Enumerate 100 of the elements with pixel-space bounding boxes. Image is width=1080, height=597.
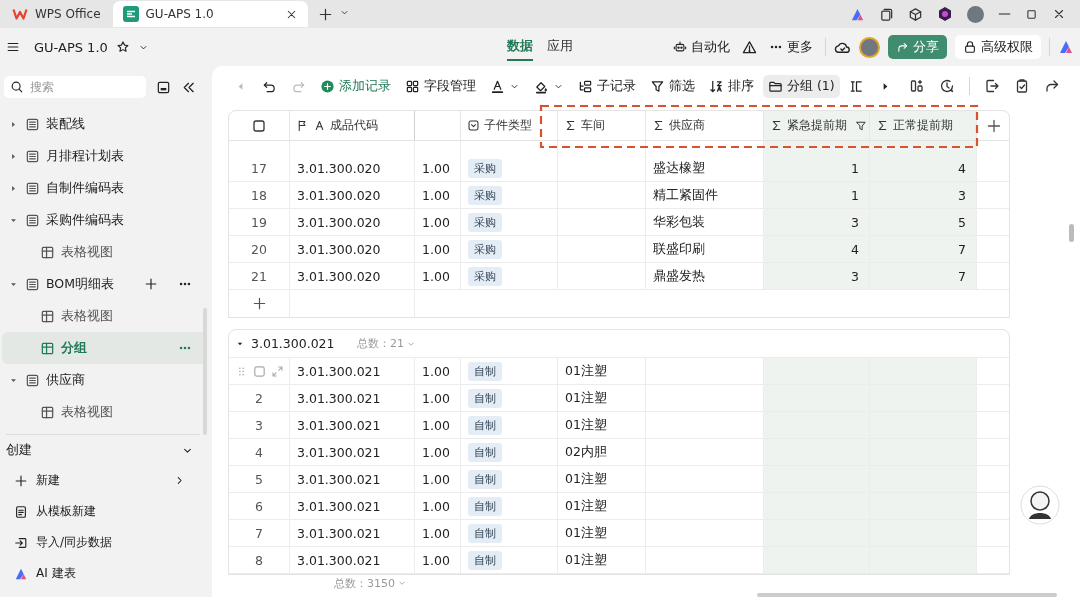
table-cell: 1.00 bbox=[415, 358, 461, 384]
table-cell: 3.01.300.020 bbox=[290, 263, 415, 289]
sort-button[interactable]: 排序 bbox=[704, 74, 759, 98]
search-field[interactable]: 搜索 bbox=[4, 76, 146, 98]
row-number: 7 bbox=[229, 520, 290, 546]
fields-button[interactable]: 字段管理 bbox=[400, 74, 481, 98]
table-cell: 3.01.300.021 bbox=[290, 439, 415, 465]
table-cell: 01注塑 bbox=[558, 385, 646, 411]
table-cell: 3.01.300.020 bbox=[290, 236, 415, 262]
row-number: 2 bbox=[229, 385, 290, 411]
table-cell: 7 bbox=[870, 263, 977, 289]
table-cell: 01注塑 bbox=[558, 520, 646, 546]
type-tag: 自制 bbox=[468, 523, 502, 543]
table-cell: 1 bbox=[764, 182, 870, 208]
type-tag: 采购 bbox=[468, 266, 502, 286]
table-cell: 1.00 bbox=[415, 466, 461, 492]
table-cell: 1.00 bbox=[415, 155, 461, 181]
table-cell: 01注塑 bbox=[558, 358, 646, 384]
create-item[interactable]: 从模板新建 bbox=[6, 496, 200, 527]
table-cell: 3.01.300.020 bbox=[290, 155, 415, 181]
table-cell: 1.00 bbox=[415, 493, 461, 519]
row-number: 18 bbox=[229, 182, 290, 208]
table-cell: 3.01.300.021 bbox=[290, 466, 415, 492]
sidebar-item[interactable]: 分组 bbox=[2, 332, 206, 364]
sidebar-item[interactable]: BOM明细表 bbox=[2, 268, 206, 300]
table-cell: 01注塑 bbox=[558, 493, 646, 519]
type-tag: 自制 bbox=[468, 361, 502, 381]
table-cell: 01注塑 bbox=[558, 412, 646, 438]
row-number: 21 bbox=[229, 263, 290, 289]
column-header[interactable]: 正常提前期 bbox=[893, 117, 953, 134]
table-cell: 1.00 bbox=[415, 412, 461, 438]
column-header[interactable]: 紧急提前期 bbox=[787, 117, 847, 134]
document-title: GU-APS 1.0 bbox=[34, 39, 108, 55]
table-cell: 1.00 bbox=[415, 263, 461, 289]
type-tag: 自制 bbox=[468, 442, 502, 462]
row-number: 4 bbox=[229, 439, 290, 465]
share-button[interactable]: 分享 bbox=[888, 35, 947, 59]
permissions-button[interactable]: 高级权限 bbox=[955, 35, 1041, 59]
sidebar-item[interactable]: 采购件编码表 bbox=[2, 204, 206, 236]
table-cell: 3.01.300.021 bbox=[290, 547, 415, 573]
browser-tab[interactable]: GU-APS 1.0 bbox=[112, 1, 308, 27]
column-header[interactable]: 子件类型 bbox=[484, 117, 532, 134]
table-cell: 1.00 bbox=[415, 439, 461, 465]
create-item[interactable]: AI 建表 bbox=[6, 558, 200, 589]
create-item[interactable]: 导入/同步数据 bbox=[6, 527, 200, 558]
table-cell: 3.01.300.021 bbox=[290, 358, 415, 384]
browser-tab[interactable]: WPS Office bbox=[2, 1, 111, 27]
table-cell: 01注塑 bbox=[558, 466, 646, 492]
table-cell: 3.01.300.020 bbox=[290, 182, 415, 208]
table-cell: 3 bbox=[764, 263, 870, 289]
type-tag: 自制 bbox=[468, 496, 502, 516]
type-tag: 采购 bbox=[468, 239, 502, 259]
type-tag: 自制 bbox=[468, 415, 502, 435]
sidebar-item[interactable]: 表格视图 bbox=[2, 396, 206, 428]
subrecord-button[interactable]: 子记录 bbox=[573, 74, 641, 98]
row-number: 6 bbox=[229, 493, 290, 519]
sidebar-item[interactable]: 自制件编码表 bbox=[2, 172, 206, 204]
type-tag: 采购 bbox=[468, 158, 502, 178]
table-cell: 5 bbox=[870, 209, 977, 235]
type-tag: 自制 bbox=[468, 550, 502, 570]
row-number: 8 bbox=[229, 547, 290, 573]
table-cell: 3 bbox=[764, 209, 870, 235]
column-header[interactable]: 成品代码 bbox=[330, 117, 378, 134]
sidebar-item[interactable]: 表格视图 bbox=[2, 236, 206, 268]
table-cell: 02内胆 bbox=[558, 439, 646, 465]
more-button[interactable]: 更多 bbox=[765, 38, 817, 56]
table-cell: 3.01.300.021 bbox=[290, 493, 415, 519]
type-tag: 自制 bbox=[468, 388, 502, 408]
table-cell: 3.01.300.021 bbox=[290, 412, 415, 438]
group-title: 3.01.300.021 bbox=[251, 336, 336, 351]
create-item[interactable]: 新建 bbox=[6, 465, 200, 496]
table-cell: 1.00 bbox=[415, 236, 461, 262]
automation-button[interactable]: 自动化 bbox=[669, 38, 734, 56]
table-cell: 3.01.300.021 bbox=[290, 520, 415, 546]
table-cell: 7 bbox=[870, 236, 977, 262]
row-number: 20 bbox=[229, 236, 290, 262]
row-number: 17 bbox=[229, 155, 290, 181]
nav-tab[interactable]: 应用 bbox=[547, 38, 573, 61]
filter-button[interactable]: 筛选 bbox=[645, 74, 700, 98]
table-cell: 1.00 bbox=[415, 209, 461, 235]
table-cell: 1.00 bbox=[415, 385, 461, 411]
sidebar-item[interactable]: 供应商 bbox=[2, 364, 206, 396]
table-cell: 4 bbox=[764, 236, 870, 262]
column-header[interactable]: 供应商 bbox=[669, 117, 705, 134]
row-number: 3 bbox=[229, 412, 290, 438]
nav-tab[interactable]: 数据 bbox=[507, 38, 533, 61]
add-button[interactable]: 添加记录 bbox=[315, 74, 396, 98]
table-cell: 01注塑 bbox=[558, 547, 646, 573]
table-cell: 1.00 bbox=[415, 182, 461, 208]
table-cell: 4 bbox=[870, 155, 977, 181]
sidebar-item[interactable]: 装配线 bbox=[2, 108, 206, 140]
section-title: 创建 bbox=[6, 441, 32, 459]
table-cell: 1 bbox=[764, 155, 870, 181]
table-cell: 1.00 bbox=[415, 520, 461, 546]
table-cell: 3.01.300.021 bbox=[290, 385, 415, 411]
type-tag: 自制 bbox=[468, 469, 502, 489]
sidebar-item[interactable]: 月排程计划表 bbox=[2, 140, 206, 172]
sidebar-item[interactable]: 表格视图 bbox=[2, 300, 206, 332]
group-button[interactable]: 分组 (1) bbox=[763, 74, 840, 98]
column-header[interactable]: 车间 bbox=[581, 117, 605, 134]
